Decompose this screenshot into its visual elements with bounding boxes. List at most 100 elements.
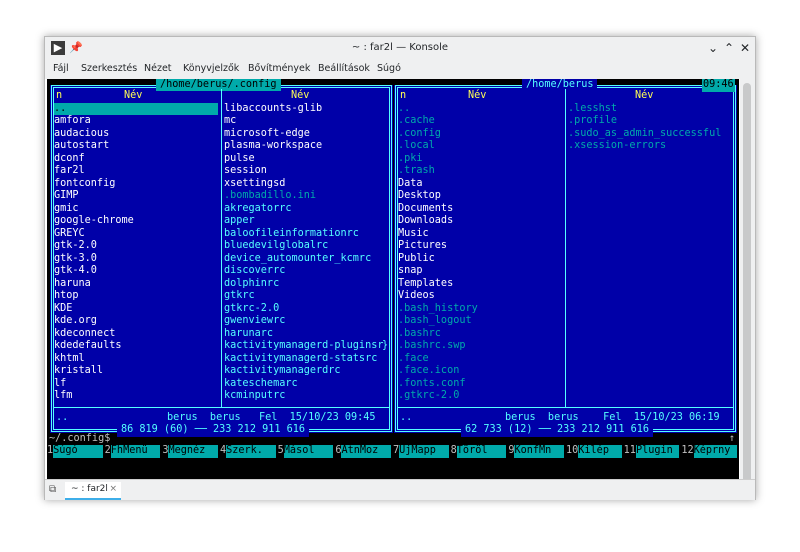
file-item[interactable]: microsoft-edge [224, 128, 388, 141]
file-item[interactable]: htop [54, 290, 220, 303]
file-item[interactable]: akregatorrc [224, 203, 388, 216]
file-item[interactable]: GIMP [54, 190, 220, 203]
file-item[interactable]: kactivitymanagerd-pluginsr [224, 340, 388, 353]
file-item[interactable]: gtk-4.0 [54, 265, 220, 278]
file-item[interactable]: device_automounter_kcmrc [224, 253, 388, 266]
file-item[interactable]: baloofileinformationrc [224, 228, 388, 241]
file-item[interactable]: Data [398, 178, 564, 191]
file-item[interactable]: kactivitymanagerdrc [224, 365, 388, 378]
fkey-11[interactable]: 11Plugin [624, 445, 682, 458]
file-item[interactable]: .. [54, 102, 218, 115]
file-item[interactable]: gtkrc [224, 290, 388, 303]
menu-view[interactable]: Nézet [144, 63, 172, 74]
file-item[interactable]: libaccounts-glib [224, 103, 388, 116]
right-header-name-2[interactable]: Név [635, 90, 653, 103]
file-item[interactable]: gwenviewrc [224, 315, 388, 328]
file-item[interactable]: KDE [54, 303, 220, 316]
file-item[interactable]: .pki [398, 153, 564, 166]
file-item[interactable]: audacious [54, 128, 220, 141]
file-item[interactable]: snap [398, 265, 564, 278]
file-item[interactable]: xsettingsd [224, 178, 388, 191]
file-item[interactable]: Downloads [398, 215, 564, 228]
file-item[interactable]: lf [54, 378, 220, 391]
terminal-area[interactable]: /home/berus/.config n Név Név .. amfora au… [47, 79, 739, 491]
new-tab-icon[interactable]: ⧉ [49, 484, 56, 495]
file-item[interactable]: .lesshst [568, 103, 732, 116]
file-item[interactable]: mc [224, 115, 388, 128]
menu-bookmarks[interactable]: Könyvjelzők [183, 63, 239, 74]
file-item[interactable]: Templates [398, 278, 564, 291]
left-header-name-1[interactable]: Név [124, 90, 142, 103]
file-item[interactable]: .bombadillo.ini [224, 190, 388, 203]
right-header-name-1[interactable]: Név [468, 90, 486, 103]
file-item[interactable]: bluedevilglobalrc [224, 240, 388, 253]
file-item[interactable]: fontconfig [54, 178, 220, 191]
menu-help[interactable]: Súgó [377, 63, 401, 74]
file-item[interactable]: .bashrc [398, 328, 564, 341]
left-panel[interactable]: /home/berus/.config n Név Név .. amfora au… [50, 79, 393, 437]
file-item[interactable]: .sudo_as_admin_successful [568, 128, 732, 141]
file-item[interactable]: Documents [398, 203, 564, 216]
left-header-name-2[interactable]: Név [291, 90, 309, 103]
file-item[interactable]: harunarc [224, 328, 388, 341]
file-item[interactable]: kdedefaults [54, 340, 220, 353]
file-item[interactable]: Public [398, 253, 564, 266]
scrollbar-thumb[interactable] [743, 83, 751, 483]
file-item[interactable]: far2l [54, 165, 220, 178]
menu-edit[interactable]: Szerkesztés [81, 63, 137, 74]
file-item[interactable]: lfm [54, 390, 220, 403]
fkey-8[interactable]: 8Töröl [451, 445, 509, 458]
file-item[interactable]: gmic [54, 203, 220, 216]
file-item[interactable]: amfora [54, 115, 220, 128]
fkey-5[interactable]: 5Másol [278, 445, 336, 458]
file-item[interactable]: Pictures [398, 240, 564, 253]
command-line[interactable]: ~/.config$ ↑ [49, 433, 739, 445]
minimize-button[interactable]: ⌄ [705, 40, 721, 56]
file-item[interactable]: .profile [568, 115, 732, 128]
file-item[interactable]: autostart [54, 140, 220, 153]
file-item[interactable]: gtk-2.0 [54, 240, 220, 253]
file-item[interactable]: .face [398, 353, 564, 366]
file-item[interactable]: apper [224, 215, 388, 228]
fkey-6[interactable]: 6AtnMoz [335, 445, 393, 458]
fkey-12[interactable]: 12Képrny [681, 445, 739, 458]
file-item[interactable]: GREYC [54, 228, 220, 241]
menu-settings[interactable]: Beállítások [318, 63, 370, 74]
fkey-3[interactable]: 3Megnéz [162, 445, 220, 458]
file-item[interactable]: plasma-workspace [224, 140, 388, 153]
file-item[interactable]: Videos [398, 290, 564, 303]
file-item[interactable]: .config [398, 128, 564, 141]
file-item[interactable]: kateschemarc [224, 378, 388, 391]
file-item[interactable]: .xsession-errors [568, 140, 732, 153]
file-item[interactable]: .gtkrc-2.0 [398, 390, 564, 403]
right-panel-path[interactable]: /home/berus [522, 79, 598, 91]
file-item[interactable]: kdeconnect [54, 328, 220, 341]
fkey-7[interactable]: 7ÚjMapp [393, 445, 451, 458]
file-item[interactable]: pulse [224, 153, 388, 166]
file-item[interactable]: kde.org [54, 315, 220, 328]
file-item[interactable]: kactivitymanagerd-statsrc [224, 353, 388, 366]
file-item[interactable]: session [224, 165, 388, 178]
tab-close-icon[interactable]: × [109, 484, 117, 494]
file-item[interactable]: .bash_history [398, 303, 564, 316]
tab-far2l[interactable]: ~ : far2l × [65, 482, 121, 500]
fkey-1[interactable]: 1Súgó [47, 445, 105, 458]
file-item[interactable]: khtml [54, 353, 220, 366]
file-item[interactable]: haruna [54, 278, 220, 291]
file-item[interactable]: gtkrc-2.0 [224, 303, 388, 316]
file-item[interactable]: .trash [398, 165, 564, 178]
file-item[interactable]: .face.icon [398, 365, 564, 378]
file-item[interactable]: dconf [54, 153, 220, 166]
scrollbar[interactable] [740, 79, 755, 491]
fkey-4[interactable]: 4Szerk. [220, 445, 278, 458]
file-item[interactable]: Desktop [398, 190, 564, 203]
file-item[interactable]: gtk-3.0 [54, 253, 220, 266]
file-item[interactable]: .local [398, 140, 564, 153]
file-item[interactable]: discoverrc [224, 265, 388, 278]
fkey-9[interactable]: 9KonfMn [508, 445, 566, 458]
close-button[interactable]: ✕ [737, 40, 753, 56]
file-item[interactable]: google-chrome [54, 215, 220, 228]
left-panel-path[interactable]: /home/berus/.config [156, 79, 281, 91]
file-item[interactable]: .bashrc.swp [398, 340, 564, 353]
fkey-2[interactable]: 2FhMenü [105, 445, 163, 458]
